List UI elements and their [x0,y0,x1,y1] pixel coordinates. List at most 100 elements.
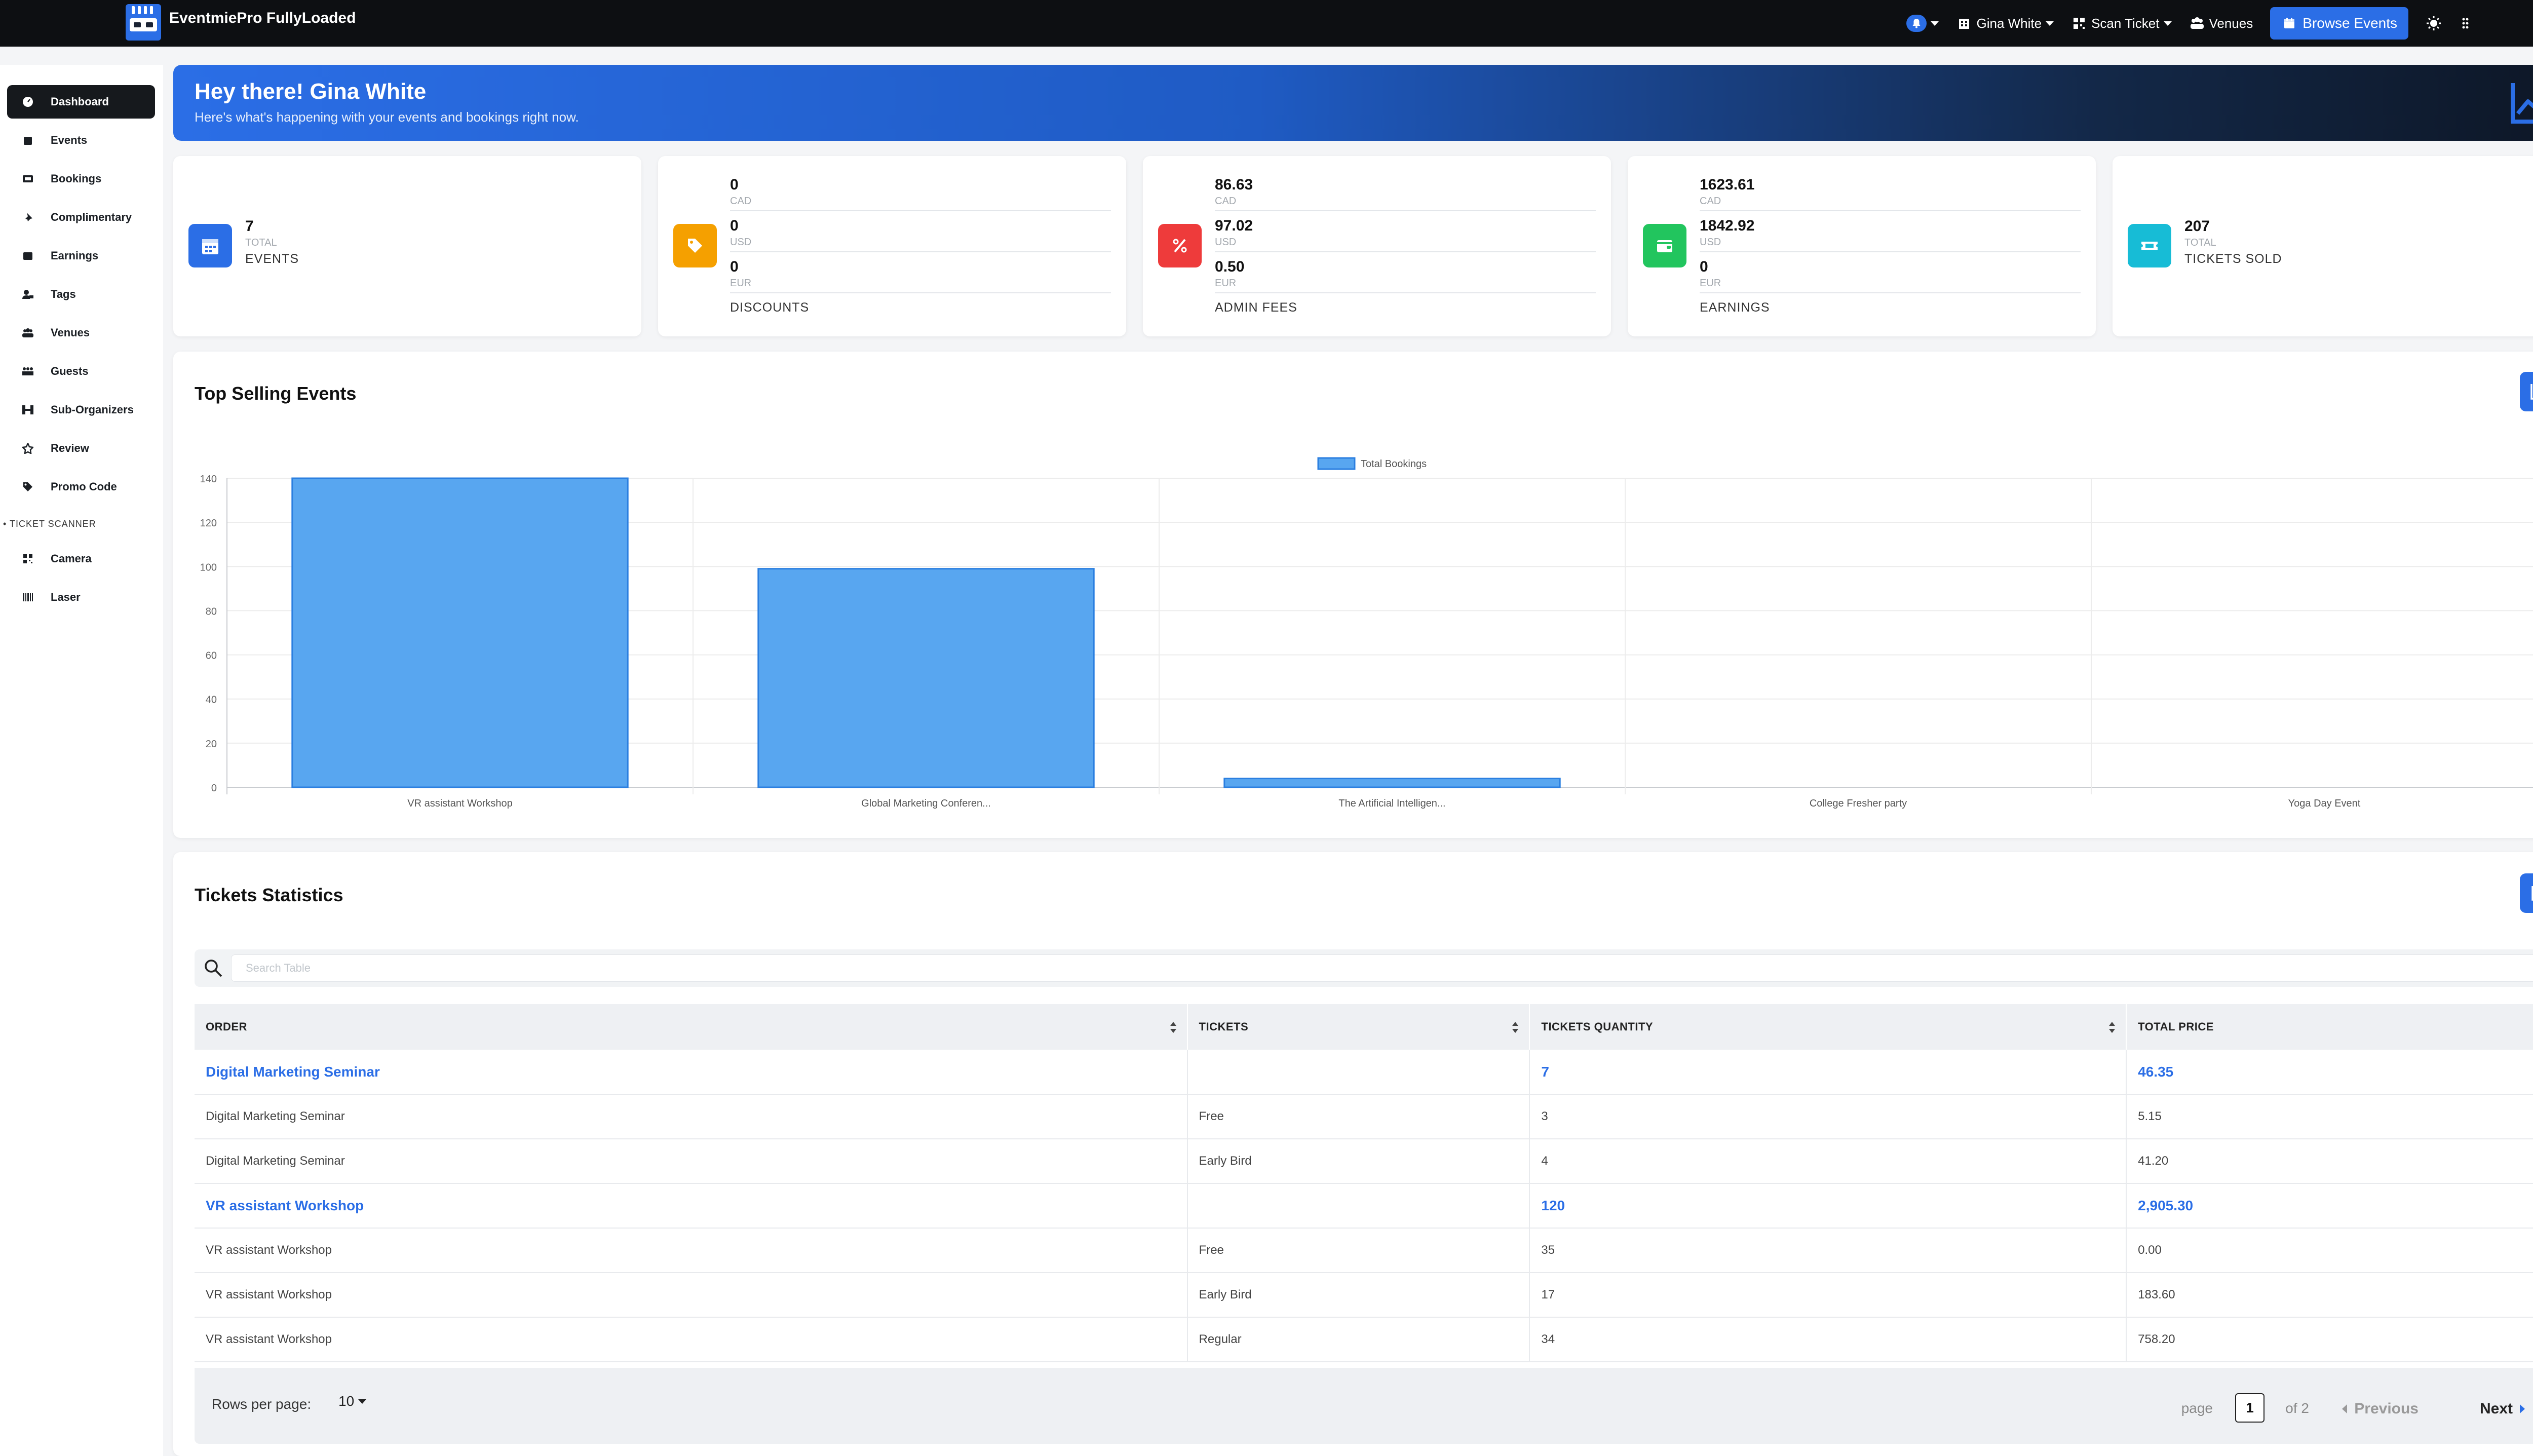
calendar-icon [188,224,232,267]
brand[interactable]: EventmiePro FullyLoaded [126,4,356,41]
stat-value: 86.63 [1215,176,1253,193]
rows-per-page-value: 10 [338,1393,355,1409]
sidebar-item-dashboard[interactable]: Dashboard [7,85,155,119]
sidebar-section-label: TICKET SCANNER [10,519,96,529]
apps-menu[interactable] [2459,15,2475,31]
order-cell: VR assistant Workshop [195,1228,1188,1273]
stat-value: 0 [730,258,739,275]
qrcode-icon [2071,15,2087,31]
page-number-input[interactable] [2235,1393,2265,1423]
table-row: VR assistant Workshop Free 35 0.00 [195,1228,2533,1273]
price-cell: 758.20 [2126,1317,2533,1362]
x-tick-label: VR assistant Workshop [407,798,513,809]
previous-page-button[interactable]: Previous [2342,1400,2419,1417]
stat-currency: EUR [730,278,752,289]
sidebar-item-camera[interactable]: Camera [7,542,155,576]
stat-value: 0.50 [1215,258,1245,275]
stat-value: 97.02 [1215,217,1253,234]
chevron-down-icon [2163,21,2172,26]
order-cell: Digital Marketing Seminar [195,1050,1188,1095]
wallet-icon [1643,224,1686,267]
quantity-cell: 4 [1529,1139,2127,1184]
sidebar-item-sub-organizers[interactable]: Sub-Organizers [7,393,155,427]
table-row: Digital Marketing Seminar Early Bird 4 4… [195,1139,2533,1184]
order-cell: VR assistant Workshop [195,1183,1188,1229]
y-tick-label: 80 [206,606,217,617]
y-tick-label: 0 [211,783,217,794]
column-header-total-price[interactable]: TOTAL PRICE [2126,1004,2533,1050]
sitemap-icon [21,403,34,416]
sidebar-item-promo-code[interactable]: Promo Code [7,470,155,504]
scan-ticket-menu[interactable]: Scan Ticket [2071,15,2172,31]
browse-events-label: Browse Events [2302,15,2397,31]
table-pagination: Rows per page: 10 page of 2 Previous Nex… [195,1368,2533,1444]
sidebar-item-guests[interactable]: Guests [7,355,155,388]
guests-icon [21,365,34,378]
sidebar-item-laser[interactable]: Laser [7,581,155,614]
ticket-icon [21,172,34,185]
next-page-button[interactable]: Next [2480,1400,2525,1417]
order-link[interactable]: Digital Marketing Seminar [206,1064,380,1080]
y-tick-label: 120 [200,518,217,529]
legend-swatch [1317,457,1356,470]
stat-card-earnings: 1623.61 CAD 1842.92 USD 0 EUR EARNINGS [1628,156,2096,336]
qrcode-icon [21,552,34,565]
sidebar-item-label: Venues [51,326,90,339]
star-icon [21,442,34,455]
sidebar-item-review[interactable]: Review [7,432,155,465]
chevron-right-icon [2520,1404,2525,1413]
sidebar-item-complimentary[interactable]: Complimentary [7,201,155,234]
price-cell: 2,905.30 [2126,1183,2533,1229]
stat-value: 1842.92 [1700,217,1755,234]
welcome-title: Hey there! Gina White [195,79,427,104]
browse-events-button[interactable]: Browse Events [2270,7,2408,40]
rows-per-page-select[interactable]: 10 [338,1393,367,1409]
sidebar-item-label: Events [51,134,88,146]
bell-icon [1906,15,1927,32]
sidebar-item-events[interactable]: Events [7,124,155,157]
tag-icon [673,224,717,267]
column-header-order[interactable]: ORDER [195,1004,1188,1050]
table-toggle-button[interactable] [2520,873,2533,913]
order-link[interactable]: VR assistant Workshop [206,1198,364,1213]
quantity-cell: 35 [1529,1228,2127,1273]
sidebar-item-tags[interactable]: Tags [7,278,155,311]
stat-title: EARNINGS [1700,300,1770,315]
user-menu[interactable]: Gina White [1956,15,2054,31]
chevron-down-icon [2046,21,2054,26]
venues-link[interactable]: Venues [2189,15,2253,31]
price-cell: 183.60 [2126,1273,2533,1318]
sidebar-item-bookings[interactable]: Bookings [7,162,155,196]
x-tick-label: The Artificial Intelligen... [1338,798,1445,809]
stat-title: TICKETS SOLD [2184,252,2282,266]
y-tick-label: 40 [206,695,217,706]
venues-label: Venues [2209,15,2253,31]
search-input[interactable] [231,954,2533,982]
welcome-subtitle: Here's what's happening with your events… [195,109,579,125]
sidebar-item-label: Tags [51,288,76,300]
table-row: VR assistant Workshop Regular 34 758.20 [195,1317,2533,1362]
percent-icon [1158,224,1202,267]
calendar-icon [2281,15,2297,31]
theme-toggle[interactable] [2426,15,2442,31]
column-header-tickets-quantity[interactable]: TICKETS QUANTITY [1529,1004,2127,1050]
sidebar-item-venues[interactable]: Venues [7,316,155,350]
chevron-left-icon [2342,1404,2348,1413]
sidebar-item-label: Guests [51,365,89,377]
sidebar-item-earnings[interactable]: Earnings [7,239,155,273]
notifications-dropdown[interactable] [1906,15,1939,32]
stat-sublabel: TOTAL [245,237,277,248]
venue-icon [2189,15,2205,31]
column-header-tickets[interactable]: TICKETS [1187,1004,1530,1050]
previous-label: Previous [2354,1400,2419,1417]
legend-label: Total Bookings [1361,458,1427,470]
top-selling-card: Top Selling Events 0 20 40 60 80 100 120 140 VR … [173,352,2533,838]
table-row: VR assistant Workshop Early Bird 17 183.… [195,1273,2533,1318]
sidebar-item-label: Camera [51,552,92,565]
gauge-icon [21,95,34,108]
stat-card-discounts: 0 CAD 0 USD 0 EUR DISCOUNTS [658,156,1126,336]
top-selling-chart: 0 20 40 60 80 100 120 140 VR assistant Workshop G… [200,457,2533,809]
sidebar: Dashboard Events Bookings Complimentary … [0,65,163,1456]
barcode-icon [21,591,34,604]
calendar-icon [21,134,34,147]
